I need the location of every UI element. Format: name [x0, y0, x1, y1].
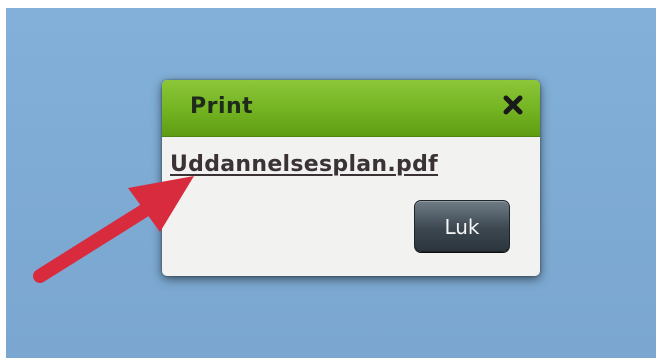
dialog-title: Print	[190, 94, 254, 119]
close-button[interactable]: Luk	[414, 200, 510, 252]
dialog-header: Print	[162, 80, 540, 137]
file-link-pdf[interactable]: Uddannelsesplan.pdf	[170, 152, 438, 177]
close-x-icon[interactable]	[500, 92, 526, 118]
print-dialog: Print Uddannelsesplan.pdf Luk	[162, 80, 540, 276]
